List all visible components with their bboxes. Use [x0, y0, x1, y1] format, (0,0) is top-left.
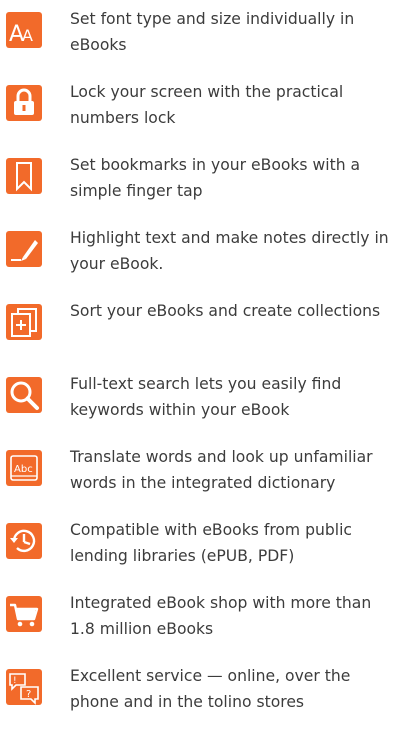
collections-icon [6, 304, 42, 340]
feature-text: Excellent service — online, over the pho… [70, 667, 351, 711]
feature-item-font: A A Set font type and size individually … [0, 6, 396, 66]
feature-text: Highlight text and make notes directly i… [70, 229, 389, 273]
feature-item-service: ! ? Excellent service — online, over the… [0, 663, 396, 723]
feature-item-dictionary: Abc Translate words and look up unfamili… [0, 444, 396, 504]
highlight-pen-icon [6, 231, 42, 267]
history-clock-icon [6, 523, 42, 559]
feature-item-library: Compatible with eBooks from public lendi… [0, 517, 396, 577]
bookmark-icon [6, 158, 42, 194]
feature-text: Set font type and size individually in e… [70, 10, 355, 54]
feature-item-lock: Lock your screen with the practical numb… [0, 79, 396, 139]
feature-text: Set bookmarks in your eBooks with a simp… [70, 156, 361, 200]
dictionary-icon: Abc [6, 450, 42, 486]
feature-text: Compatible with eBooks from public lendi… [70, 521, 352, 565]
svg-text:?: ? [26, 689, 31, 700]
feature-text: Integrated eBook shop with more than 1.8… [70, 594, 372, 638]
svg-text:!: ! [13, 676, 17, 686]
feature-text: Sort your eBooks and create collections [70, 302, 381, 320]
search-icon [6, 377, 42, 413]
svg-text:A: A [22, 26, 33, 45]
feature-item-search: Full-text search lets you easily find ke… [0, 371, 396, 431]
lock-icon [6, 85, 42, 121]
support-chat-icon: ! ? [6, 669, 42, 705]
font-size-icon: A A [6, 12, 42, 48]
feature-text: Translate words and look up unfamiliar w… [70, 448, 373, 492]
feature-item-highlight: Highlight text and make notes directly i… [0, 225, 396, 285]
shopping-cart-icon [6, 596, 42, 632]
feature-text: Lock your screen with the practical numb… [70, 83, 344, 127]
feature-item-collections: Sort your eBooks and create collections [0, 298, 396, 358]
dictionary-icon-label: Abc [14, 464, 33, 475]
feature-text: Full-text search lets you easily find ke… [70, 375, 342, 419]
feature-item-shop: Integrated eBook shop with more than 1.8… [0, 590, 396, 650]
feature-item-bookmark: Set bookmarks in your eBooks with a simp… [0, 152, 396, 212]
